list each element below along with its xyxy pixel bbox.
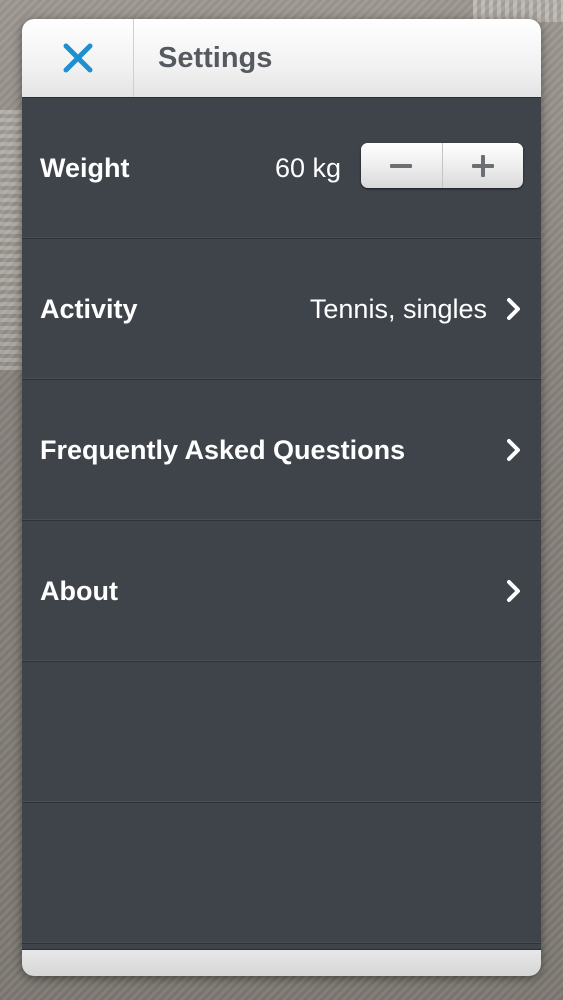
chevron-right-icon: [504, 297, 524, 321]
empty-list-row: [22, 803, 541, 944]
weight-row: Weight 60 kg: [22, 98, 541, 239]
activity-value: Tennis, singles: [309, 294, 487, 324]
faq-row[interactable]: Frequently Asked Questions: [22, 380, 541, 521]
weight-increment-button[interactable]: [441, 143, 524, 188]
about-label: About: [40, 576, 118, 606]
empty-list-row: [22, 662, 541, 803]
activity-label: Activity: [40, 294, 138, 324]
about-row[interactable]: About: [22, 521, 541, 662]
settings-panel: Settings Weight 60 kg Activity Tennis, s…: [22, 19, 541, 976]
background-stripe: [0, 110, 22, 370]
header-bar: Settings: [22, 19, 541, 98]
close-button[interactable]: [22, 19, 134, 97]
footer-bar: [22, 949, 541, 976]
chevron-right-icon: [504, 438, 524, 462]
weight-label: Weight: [40, 153, 130, 183]
weight-stepper: [361, 143, 523, 188]
activity-row[interactable]: Activity Tennis, singles: [22, 239, 541, 380]
weight-decrement-button[interactable]: [361, 143, 442, 188]
minus-icon: [389, 154, 413, 178]
weight-value: 60 kg: [274, 153, 341, 183]
chevron-right-icon: [504, 579, 524, 603]
plus-icon: [471, 154, 495, 178]
faq-label: Frequently Asked Questions: [40, 435, 406, 465]
settings-list: Weight 60 kg Activity Tennis, singles Fr…: [22, 98, 541, 944]
page-title: Settings: [158, 42, 273, 74]
close-x-icon: [62, 42, 94, 74]
